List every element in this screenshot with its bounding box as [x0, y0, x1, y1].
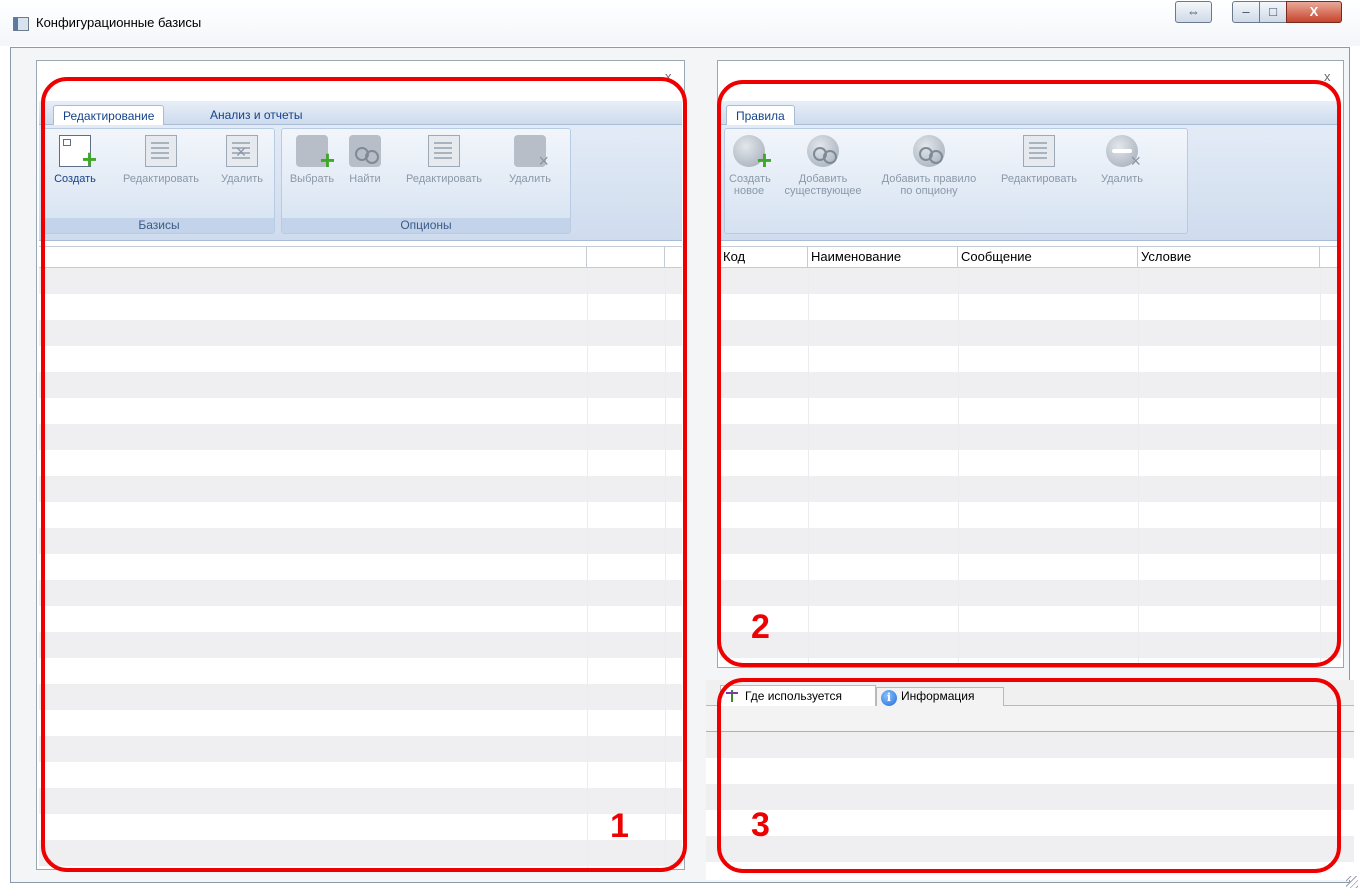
- annotation-number-3: 3: [751, 806, 770, 844]
- annotation-outline-2: [717, 80, 1341, 667]
- annotation-outline-1: [41, 77, 687, 872]
- resize-grip[interactable]: [1346, 876, 1358, 888]
- restore-layout-button[interactable]: ⇔: [1175, 1, 1212, 23]
- annotation-number-2: 2: [751, 608, 770, 646]
- annotation-outline-3: [717, 678, 1341, 873]
- close-window-button[interactable]: X: [1286, 1, 1342, 23]
- app-icon: [13, 17, 29, 31]
- annotation-number-1: 1: [610, 807, 629, 845]
- window-titlebar: Конфигурационные базисы ⇔ – □ X: [0, 0, 1360, 46]
- minimize-button[interactable]: –: [1232, 1, 1260, 23]
- maximize-button[interactable]: □: [1259, 1, 1287, 23]
- window-title: Конфигурационные базисы: [36, 15, 202, 30]
